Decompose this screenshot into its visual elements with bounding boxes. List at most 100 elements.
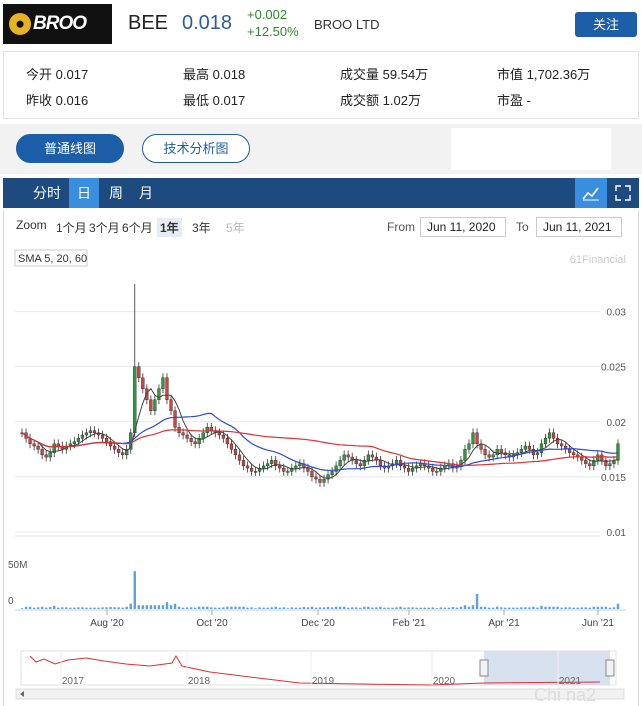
candle xyxy=(318,478,322,483)
volume-bar xyxy=(173,603,177,609)
candle xyxy=(551,432,556,439)
candle xyxy=(165,377,169,400)
volume-bar xyxy=(57,607,60,609)
y-tick-label: 0.01 xyxy=(607,528,627,539)
volume-bar xyxy=(314,607,318,609)
candle xyxy=(539,443,544,453)
volume-bar xyxy=(81,607,84,609)
sma5-line xyxy=(21,387,619,479)
volume-bar xyxy=(415,607,418,609)
volume-bar xyxy=(181,607,185,609)
candle xyxy=(161,377,165,389)
volume-bar xyxy=(612,607,616,609)
candle xyxy=(366,454,370,461)
candle xyxy=(137,366,141,378)
candle xyxy=(346,454,350,458)
candle xyxy=(527,445,532,450)
y-axis-ticks: 0.03 0.025 0.02 0.015 0.01 xyxy=(601,308,626,539)
x-tick-label: Aug '20 xyxy=(90,618,124,629)
gridlines xyxy=(15,311,600,533)
volume-bar xyxy=(254,608,257,609)
candle xyxy=(249,467,254,472)
candle xyxy=(523,445,527,450)
volume-bar xyxy=(419,607,422,609)
volume-bar xyxy=(544,606,547,609)
candle xyxy=(378,460,383,467)
volume-bar xyxy=(338,606,342,609)
navigator-year-label: 2017 xyxy=(62,676,85,687)
volume-bar xyxy=(230,606,233,609)
volume-ticks: 50M 0 xyxy=(8,560,27,607)
volume-bars xyxy=(20,571,620,609)
candle xyxy=(229,443,234,450)
candle xyxy=(584,460,588,464)
volume-bar xyxy=(411,607,414,609)
candle xyxy=(535,452,540,456)
candle xyxy=(278,465,282,469)
volume-bar xyxy=(455,607,459,609)
candle xyxy=(225,438,229,445)
candle xyxy=(266,463,270,467)
volume-bar xyxy=(495,606,499,609)
volume-bar xyxy=(61,607,64,609)
candle xyxy=(80,434,85,439)
candle xyxy=(221,434,225,439)
candle xyxy=(338,460,342,467)
volume-bar xyxy=(330,607,334,609)
volume-bar xyxy=(117,607,120,609)
volume-bar xyxy=(580,607,583,609)
volume-bar xyxy=(379,606,382,609)
candle xyxy=(487,454,491,458)
candle xyxy=(294,465,298,469)
volume-bar xyxy=(73,607,76,609)
volume-bar xyxy=(399,606,402,609)
candle xyxy=(205,427,209,434)
volume-bar xyxy=(500,607,503,609)
volume-bar xyxy=(435,608,438,609)
candle xyxy=(241,460,246,467)
volume-bar xyxy=(423,607,426,609)
volume-bar xyxy=(133,571,136,609)
volume-bar xyxy=(282,607,285,609)
candle xyxy=(463,449,467,461)
volume-tick-label: 50M xyxy=(8,560,27,571)
volume-bar xyxy=(210,607,213,609)
volume-bar xyxy=(608,607,612,609)
candle xyxy=(394,460,399,464)
volume-bar xyxy=(403,607,406,609)
candle xyxy=(141,377,145,389)
volume-bar xyxy=(568,607,571,609)
volume-bar xyxy=(105,607,108,609)
candle xyxy=(185,434,189,439)
candle xyxy=(471,432,475,445)
volume-bar xyxy=(447,607,451,609)
candle xyxy=(616,443,620,461)
volume-bar xyxy=(238,606,241,609)
volume-bar xyxy=(431,607,434,609)
volume-bar xyxy=(85,607,88,609)
candle xyxy=(262,465,266,469)
volume-bar xyxy=(20,608,24,609)
volume-bar xyxy=(483,606,487,609)
candle xyxy=(467,443,471,450)
volume-bar xyxy=(274,606,277,609)
navigator-selection xyxy=(484,651,610,685)
volume-bar xyxy=(427,607,430,609)
candle xyxy=(100,434,105,439)
volume-bar xyxy=(604,606,608,609)
volume-bar xyxy=(306,607,310,609)
volume-bar xyxy=(298,607,302,609)
volume-bar xyxy=(65,607,68,609)
candle xyxy=(76,438,80,442)
volume-bar xyxy=(346,607,350,609)
volume-bar xyxy=(153,605,157,609)
navigator-year-label: 2020 xyxy=(433,676,456,687)
candle xyxy=(306,467,310,472)
candle xyxy=(56,443,60,447)
volume-bar xyxy=(451,607,455,609)
volume-bar xyxy=(258,607,261,609)
candle xyxy=(370,454,374,458)
volume-bar xyxy=(359,607,362,609)
volume-bar xyxy=(137,605,140,609)
candle xyxy=(588,463,592,467)
